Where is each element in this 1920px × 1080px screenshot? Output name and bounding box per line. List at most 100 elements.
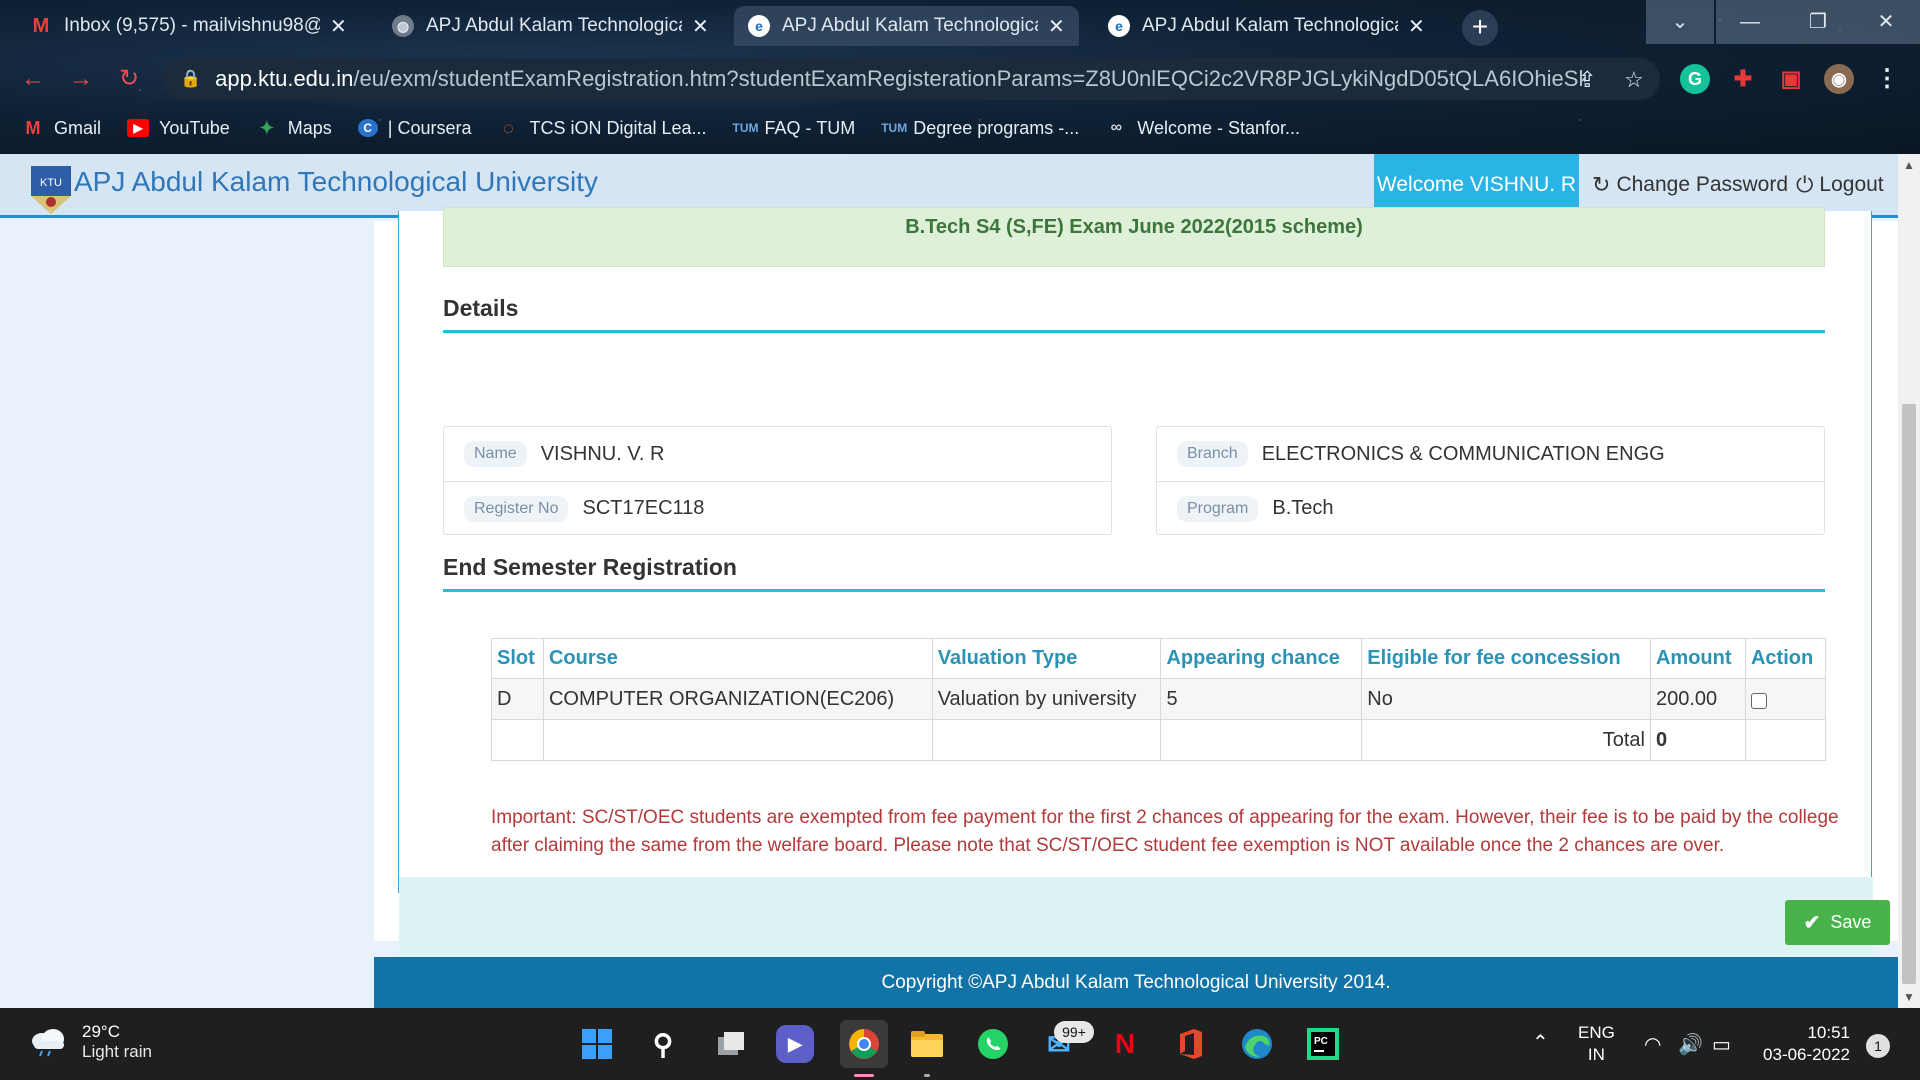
- temperature-text: 29°C: [82, 1022, 120, 1041]
- notification-count-badge[interactable]: 1: [1866, 1034, 1890, 1058]
- save-button[interactable]: ✔ Save: [1785, 900, 1890, 945]
- table-row: D COMPUTER ORGANIZATION(EC206) Valuation…: [491, 678, 1827, 720]
- file-explorer-icon[interactable]: [908, 1025, 946, 1063]
- language-indicator[interactable]: ENG IN: [1578, 1022, 1615, 1066]
- battery-icon[interactable]: ▭: [1712, 1032, 1731, 1057]
- table-header-row: Slot Course Valuation Type Appearing cha…: [491, 638, 1827, 679]
- close-window-button[interactable]: ✕: [1852, 0, 1920, 44]
- tab-ktu-1[interactable]: ◍ APJ Abdul Kalam Technological Un ✕: [378, 6, 723, 46]
- total-value: 0: [1649, 719, 1746, 761]
- power-icon: ⏻: [1796, 172, 1814, 197]
- grammarly-extension-icon[interactable]: G: [1680, 64, 1710, 94]
- profile-avatar[interactable]: ◉: [1824, 64, 1854, 94]
- url-text[interactable]: app.ktu.edu.in/eu/exm/studentExamRegistr…: [215, 66, 1585, 92]
- lock-icon[interactable]: 🔒: [180, 69, 201, 89]
- windows-taskbar: 29°C Light rain ⚲ ▶ ✉ N PC ⌃ ENG IN ◠ 🔊 …: [0, 1008, 1920, 1080]
- chrome-icon[interactable]: [840, 1020, 888, 1068]
- slot-cell: D: [491, 678, 544, 720]
- share-icon[interactable]: ⇪: [1578, 67, 1596, 93]
- maps-icon: ✦: [259, 118, 275, 138]
- close-icon[interactable]: ✕: [1408, 14, 1425, 39]
- volume-icon[interactable]: 🔊: [1678, 1032, 1703, 1057]
- teams-chat-icon[interactable]: ▶: [776, 1025, 814, 1063]
- edge-e-icon: e: [748, 15, 770, 37]
- svg-text:PC: PC: [1314, 1036, 1328, 1047]
- close-icon[interactable]: ✕: [692, 14, 709, 39]
- scrollbar-thumb[interactable]: [1902, 404, 1916, 984]
- tab-title: APJ Abdul Kalam Technological Un: [426, 15, 682, 36]
- wifi-icon[interactable]: ◠: [1644, 1032, 1661, 1057]
- bookmark-stanford[interactable]: ∞ Welcome - Stanfor...: [1105, 118, 1300, 139]
- program-row: Program B.Tech: [1157, 481, 1824, 535]
- logout-link[interactable]: ⏻ Logout: [1796, 172, 1884, 198]
- welcome-user[interactable]: Welcome VISHNU. R: [1374, 154, 1579, 215]
- valuation-cell: Valuation by university: [931, 678, 1162, 720]
- bookmark-coursera[interactable]: C | Coursera: [357, 118, 471, 139]
- menu-kebab-icon[interactable]: ⋮: [1872, 64, 1902, 94]
- program-value: B.Tech: [1272, 497, 1334, 519]
- column-header: Action: [1744, 638, 1827, 679]
- column-header: Appearing chance: [1160, 638, 1363, 679]
- tab-ktu-3[interactable]: e APJ Abdul Kalam Technological Un ✕: [1094, 6, 1439, 46]
- task-view-icon[interactable]: [712, 1025, 750, 1063]
- branch-label: Branch: [1177, 441, 1248, 467]
- tum-icon: TUM: [881, 121, 908, 135]
- bookmark-maps[interactable]: ✦ Maps: [256, 118, 332, 139]
- bookmark-tcs-ion[interactable]: ◌ TCS iON Digital Lea...: [497, 118, 706, 139]
- column-header: Amount: [1649, 638, 1746, 679]
- tcs-icon: ◌: [503, 118, 514, 138]
- bookmark-faq-tum[interactable]: TUM FAQ - TUM: [733, 118, 856, 139]
- page-scrollbar[interactable]: ▲ ▼: [1898, 154, 1920, 1008]
- site-title[interactable]: APJ Abdul Kalam Technological University: [74, 166, 598, 198]
- page-footer: Copyright ©APJ Abdul Kalam Technological…: [374, 957, 1898, 1008]
- register-no-row: Register No SCT17EC118: [444, 481, 1111, 535]
- new-tab-button[interactable]: +: [1462, 10, 1498, 46]
- branch-row: Branch ELECTRONICS & COMMUNICATION ENGG: [1157, 427, 1824, 481]
- refresh-icon: ↻: [1592, 172, 1611, 197]
- search-icon[interactable]: ⚲: [644, 1025, 682, 1063]
- coursera-icon: C: [357, 119, 378, 137]
- checkmark-icon: ✔: [1803, 912, 1821, 934]
- bookmark-star-icon[interactable]: ☆: [1624, 67, 1644, 93]
- total-row: Total 0: [491, 719, 1827, 761]
- bookmark-youtube[interactable]: ▶ YouTube: [127, 118, 230, 139]
- forward-icon[interactable]: →: [66, 64, 96, 94]
- svg-text:KTU: KTU: [40, 177, 62, 189]
- whatsapp-icon[interactable]: [974, 1025, 1012, 1063]
- minimize-button[interactable]: —: [1716, 0, 1784, 44]
- tab-ktu-2[interactable]: e APJ Abdul Kalam Technological Un ✕: [734, 6, 1079, 46]
- edge-icon[interactable]: [1238, 1025, 1276, 1063]
- close-icon[interactable]: ✕: [330, 14, 347, 39]
- tab-search-button[interactable]: ⌄: [1646, 0, 1714, 44]
- reload-icon[interactable]: ↻: [114, 64, 144, 94]
- eligible-cell: No: [1361, 678, 1651, 720]
- change-password-link[interactable]: ↻ Change Password: [1592, 172, 1788, 198]
- clock[interactable]: 10:51 03-06-2022: [1756, 1022, 1850, 1066]
- pycharm-icon[interactable]: PC: [1304, 1025, 1342, 1063]
- select-course-checkbox[interactable]: [1750, 692, 1767, 709]
- register-no-label: Register No: [464, 495, 569, 522]
- bookmark-gmail[interactable]: M Gmail: [22, 118, 102, 139]
- weather-widget[interactable]: 29°C Light rain: [28, 1022, 152, 1062]
- exam-title-banner: B.Tech S4 (S,FE) Exam June 2022(2015 sch…: [443, 207, 1825, 267]
- registration-heading: End Semester Registration: [443, 554, 1825, 592]
- restore-button[interactable]: ❐: [1784, 0, 1852, 44]
- pdf-extension-icon[interactable]: ▣: [1776, 64, 1806, 94]
- start-windows-icon[interactable]: [578, 1025, 616, 1063]
- total-label: Total: [1361, 719, 1651, 761]
- office-icon[interactable]: [1172, 1025, 1210, 1063]
- bookmark-degree-programs[interactable]: TUM Degree programs -...: [881, 118, 1079, 139]
- extensions-puzzle-icon[interactable]: ✚: [1728, 64, 1758, 94]
- tab-title: APJ Abdul Kalam Technological Un: [1142, 15, 1398, 36]
- netflix-icon[interactable]: N: [1106, 1025, 1144, 1063]
- scroll-up-arrow-icon[interactable]: ▲: [1898, 158, 1920, 172]
- show-hidden-icons-chevron[interactable]: ⌃: [1532, 1030, 1549, 1055]
- close-icon[interactable]: ✕: [1048, 14, 1065, 39]
- back-icon[interactable]: ←: [18, 64, 48, 94]
- tab-gmail[interactable]: M Inbox (9,575) - mailvishnu98@gm ✕: [16, 6, 361, 46]
- chrome-active-indicator: [854, 1074, 874, 1077]
- left-sidebar: [0, 221, 374, 941]
- omnibox[interactable]: 🔒 app.ktu.edu.in/eu/exm/studentExamRegis…: [162, 58, 1660, 100]
- scroll-down-arrow-icon[interactable]: ▼: [1898, 990, 1920, 1004]
- program-info-box: Branch ELECTRONICS & COMMUNICATION ENGG …: [1156, 426, 1825, 535]
